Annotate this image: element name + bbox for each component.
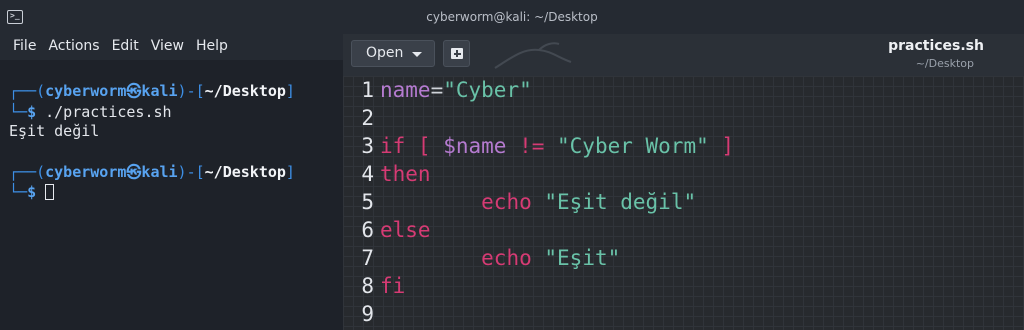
prompt-corner: └─ [9, 183, 28, 201]
menu-help[interactable]: Help [196, 34, 228, 58]
menu-file[interactable]: File [13, 34, 36, 58]
line-number: 5 [361, 190, 374, 214]
code-command: echo [481, 190, 532, 214]
open-button[interactable]: Open [351, 40, 435, 67]
chevron-down-icon [412, 52, 422, 57]
prompt-end: ] [285, 82, 295, 100]
code-line-6: else [380, 216, 431, 244]
window-title: cyberworm@kali: ~/Desktop [426, 10, 598, 24]
prompt-at: ㉿ [126, 82, 142, 100]
code-string: "Eşit değil" [544, 190, 697, 214]
line-number: 3 [361, 134, 374, 158]
document-path: ~/Desktop [915, 57, 974, 70]
prompt-mid: )-[ [177, 163, 205, 181]
terminal-output-line: Eşit değil [9, 122, 100, 140]
prompt-end: ] [285, 163, 295, 181]
code-string: "Eşit" [544, 246, 621, 270]
prompt-at: ㉿ [126, 163, 142, 181]
line-number: 8 [361, 274, 374, 298]
prompt-corner: ┌──( [9, 163, 46, 181]
editor-header-bar: Open practices.sh ~/Desktop [343, 34, 1024, 76]
code-line-3: if [ $name != "Cyber Worm" ] [380, 132, 734, 160]
code-string: "Cyber" [443, 78, 532, 102]
prompt-dollar: $ [27, 183, 37, 201]
text-editor-window: Open practices.sh ~/Desktop 1 2 3 4 5 6 … [343, 34, 1024, 330]
text-cursor [45, 184, 55, 200]
line-number: 1 [361, 78, 374, 102]
code-keyword: if [ [380, 134, 444, 158]
document-title: practices.sh [888, 38, 984, 54]
menu-bar: File Actions Edit View Help [0, 34, 345, 60]
prompt-corner: ┌──( [9, 82, 46, 100]
code-line-5: echo "Eşit değil" [380, 188, 696, 216]
code-string: "Cyber Worm" [557, 134, 709, 158]
code-line-7: echo "Eşit" [380, 244, 620, 272]
code-variable: $name [443, 134, 507, 158]
open-button-label: Open [366, 45, 404, 61]
terminal-command: ./practices.sh [36, 103, 172, 121]
menu-actions[interactable]: Actions [48, 34, 99, 58]
line-number: 9 [361, 302, 374, 326]
terminal-input-line[interactable]: └─$ [9, 182, 55, 202]
prompt-user: cyberworm [45, 82, 127, 100]
code-editor-area[interactable]: 1 2 3 4 5 6 7 8 9 name="Cyber" if [ $nam… [343, 76, 1024, 330]
line-number: 7 [361, 246, 374, 270]
prompt-host: kali [141, 163, 178, 181]
menu-view[interactable]: View [151, 34, 184, 58]
new-document-button[interactable] [443, 40, 470, 67]
terminal-prompt-line: ┌──(cyberworm㉿kali)-[~/Desktop] [9, 81, 295, 101]
code-keyword: else [380, 218, 431, 242]
code-command: echo [481, 246, 532, 270]
code-bracket: ] [708, 134, 735, 158]
code-keyword: then [380, 162, 431, 186]
code-operator: = [430, 78, 444, 102]
new-document-icon [451, 48, 463, 59]
code-line-4: then [380, 160, 431, 188]
code-line-8: fi [380, 272, 405, 300]
terminal-prompt-line: ┌──(cyberworm㉿kali)-[~/Desktop] [9, 162, 295, 182]
prompt-host: kali [141, 82, 178, 100]
code-keyword: fi [380, 274, 406, 298]
line-number-gutter: 1 2 3 4 5 6 7 8 9 [343, 76, 377, 330]
prompt-corner: └─ [9, 103, 28, 121]
code-line-1: name="Cyber" [380, 76, 532, 104]
prompt-mid: )-[ [177, 82, 205, 100]
line-number: 4 [361, 162, 374, 186]
prompt-dollar: $ [27, 103, 37, 121]
menu-edit[interactable]: Edit [112, 34, 139, 58]
window-titlebar: >_ cyberworm@kali: ~/Desktop [0, 0, 1024, 35]
prompt-user: cyberworm [45, 163, 127, 181]
code-variable: name [380, 78, 431, 102]
prompt-dir: ~/Desktop [204, 163, 286, 181]
terminal-command-line: └─$ ./practices.sh [9, 102, 172, 122]
line-number: 2 [361, 106, 374, 130]
prompt-dir: ~/Desktop [204, 82, 286, 100]
terminal-output-area[interactable]: ┌──(cyberworm㉿kali)-[~/Desktop] └─$ ./pr… [0, 60, 345, 330]
kali-dragon-watermark-icon [494, 42, 572, 69]
code-operator: != [506, 134, 558, 158]
line-number: 6 [361, 218, 374, 242]
